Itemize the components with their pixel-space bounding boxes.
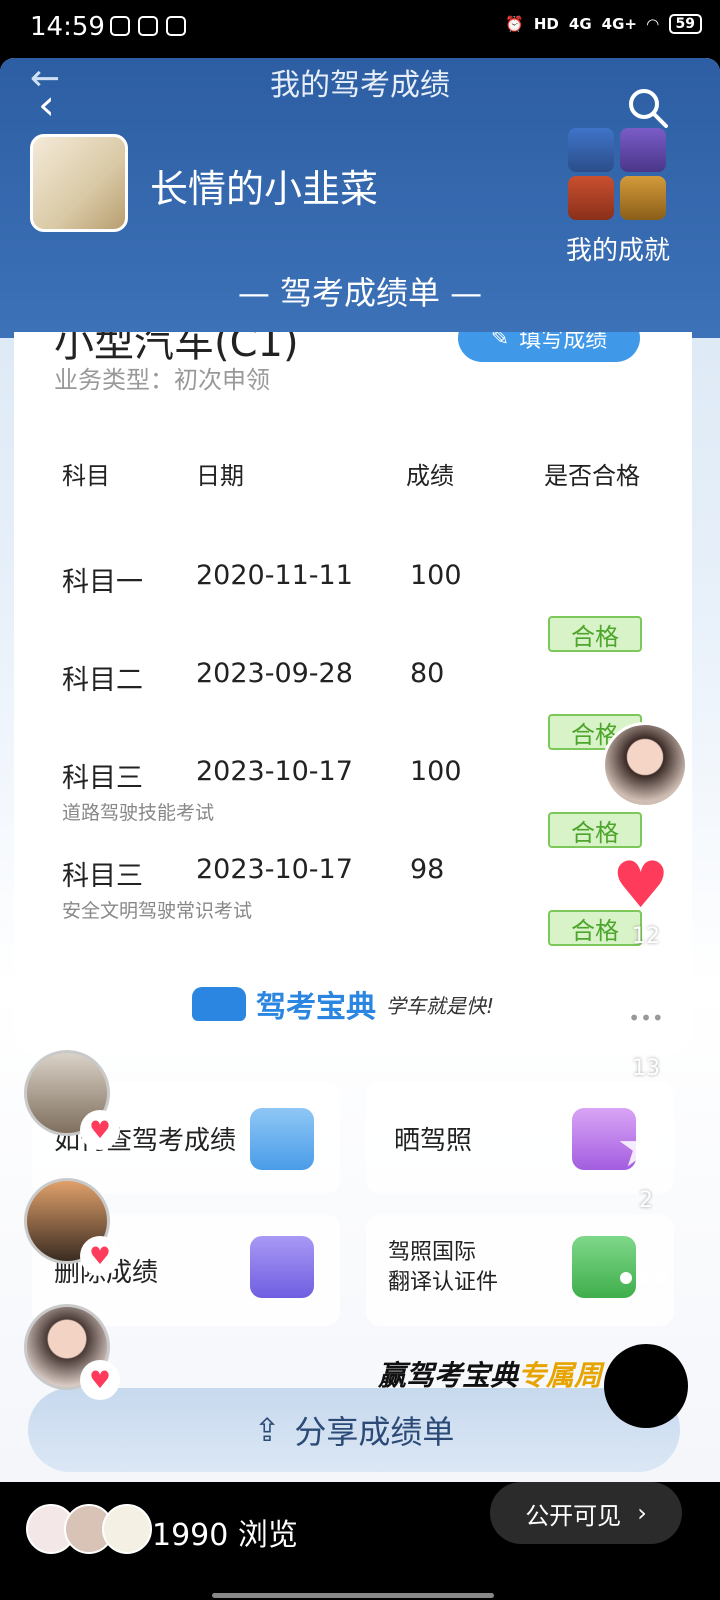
column-header-date: 日期 [196, 462, 244, 490]
network2-label: 4G+ [601, 15, 637, 33]
music-disc-avatar[interactable] [604, 1344, 688, 1428]
car-icon [192, 987, 246, 1021]
search-icon[interactable] [626, 86, 670, 130]
row4-subject: 科目三 [62, 861, 143, 892]
score-sheet-title: — 驾考成绩单 — [237, 274, 483, 312]
fill-score-label: 填写成绩 [519, 332, 608, 353]
hd-label: HD [533, 15, 559, 33]
like-count: 12 [632, 924, 660, 949]
comment-icon[interactable]: ••• [614, 990, 678, 1046]
badge-icon [568, 128, 614, 172]
home-indicator[interactable] [212, 1593, 494, 1598]
author-avatar[interactable] [602, 722, 688, 808]
row1-score: 100 [410, 560, 462, 591]
username: 长情的小韭菜 [150, 167, 379, 211]
column-header-pass: 是否合格 [544, 462, 640, 490]
badge-icon [620, 176, 666, 220]
row2-subject: 科目二 [62, 665, 143, 696]
viewer-avatar [102, 1504, 152, 1554]
heart-icon: ♥ [80, 1110, 120, 1150]
brand-name: 驾考宝典 [256, 990, 376, 1025]
share-score-button[interactable]: ⇪ 分享成绩单 [28, 1388, 680, 1472]
edit-icon: ✎ [490, 332, 510, 351]
intl-license-line2: 翻译认证件 [388, 1270, 499, 1295]
app-notification-icon [110, 16, 130, 36]
achievement-badges[interactable] [568, 128, 668, 220]
row3-date: 2023-10-17 [196, 756, 353, 787]
row1-pass-badge: 合格 [548, 616, 642, 652]
intl-license-line1: 驾照国际 [388, 1240, 477, 1265]
license-card-icon [572, 1236, 636, 1298]
favorite-count: 2 [639, 1188, 653, 1213]
delete-doc-icon [250, 1236, 314, 1298]
wifi-icon: ◠ [646, 15, 659, 33]
user-avatar[interactable] [30, 134, 128, 232]
status-bar: 14:59 ⏰ HD 4G 4G+ ◠ 59 [0, 0, 720, 58]
fill-score-button[interactable]: ✎ 填写成绩 [458, 332, 640, 362]
business-type: 业务类型：初次申领 [54, 366, 270, 394]
public-visibility-button[interactable]: 公开可见 › [490, 1482, 682, 1544]
bottom-bar: 1990 浏览 公开可见 › [0, 1482, 720, 1600]
row3-score: 100 [410, 756, 462, 787]
share-label: 分享成绩单 [294, 1413, 455, 1451]
show-license-label: 晒驾照 [394, 1126, 473, 1156]
alarm-icon: ⏰ [505, 15, 524, 33]
main-content: ← ‹ 我的驾考成绩 长情的小韭菜 我的成就 — 驾考成绩单 — 小型汽车(C1… [0, 58, 720, 1482]
row4-note: 安全文明驾驶常识考试 [62, 900, 253, 922]
status-right: ⏰ HD 4G 4G+ ◠ 59 [505, 14, 702, 34]
status-time: 14:59 [30, 12, 105, 42]
badge-icon [568, 176, 614, 220]
intl-license-label: 驾照国际 翻译认证件 [388, 1238, 498, 1298]
page-title: 我的驾考成绩 [270, 68, 450, 103]
row3-subject: 科目三 [62, 763, 143, 794]
brand-logo: 驾考宝典 学车就是快! [192, 982, 494, 1026]
badge-icon [620, 128, 666, 172]
wechat-notification-icon [138, 16, 158, 36]
row1-date: 2020-11-11 [196, 560, 353, 591]
app2-notification-icon [166, 16, 186, 36]
row4-score: 98 [410, 854, 445, 885]
share-icon: ⇪ [253, 1411, 281, 1449]
row4-date: 2023-10-17 [196, 854, 353, 885]
achievements-label[interactable]: 我的成就 [566, 230, 670, 267]
heart-icon: ♥ [80, 1236, 120, 1276]
network1-label: 4G [568, 15, 592, 33]
row3-note: 道路驾驶技能考试 [62, 802, 215, 824]
chevron-right-icon: › [637, 1499, 647, 1527]
battery-indicator: 59 [668, 14, 702, 34]
viewer-avatars[interactable] [26, 1504, 152, 1554]
column-header-subject: 科目 [62, 462, 110, 490]
status-notification-icons [110, 16, 186, 36]
row2-score: 80 [410, 658, 445, 689]
search-doc-icon [250, 1108, 314, 1170]
public-label: 公开可见 [525, 1501, 622, 1530]
row1-subject: 科目一 [62, 567, 143, 598]
comment-count: 13 [632, 1056, 660, 1081]
score-card: 小型汽车(C1) ✎ 填写成绩 业务类型：初次申领 科目 日期 成绩 是否合格 … [14, 332, 692, 1054]
header: ← ‹ 我的驾考成绩 长情的小韭菜 我的成就 — 驾考成绩单 — [0, 58, 720, 338]
like-heart-icon[interactable]: ♥ [612, 854, 669, 918]
brand-slogan: 学车就是快! [386, 993, 495, 1018]
row3-pass-badge: 合格 [548, 812, 642, 848]
more-dots-icon[interactable] [620, 1272, 668, 1284]
heart-icon: ♥ [80, 1360, 120, 1400]
row2-date: 2023-09-28 [196, 658, 353, 689]
favorite-star-icon[interactable]: ★ [616, 1120, 666, 1176]
view-count: 1990 浏览 [152, 1518, 298, 1553]
column-header-score: 成绩 [406, 462, 454, 490]
